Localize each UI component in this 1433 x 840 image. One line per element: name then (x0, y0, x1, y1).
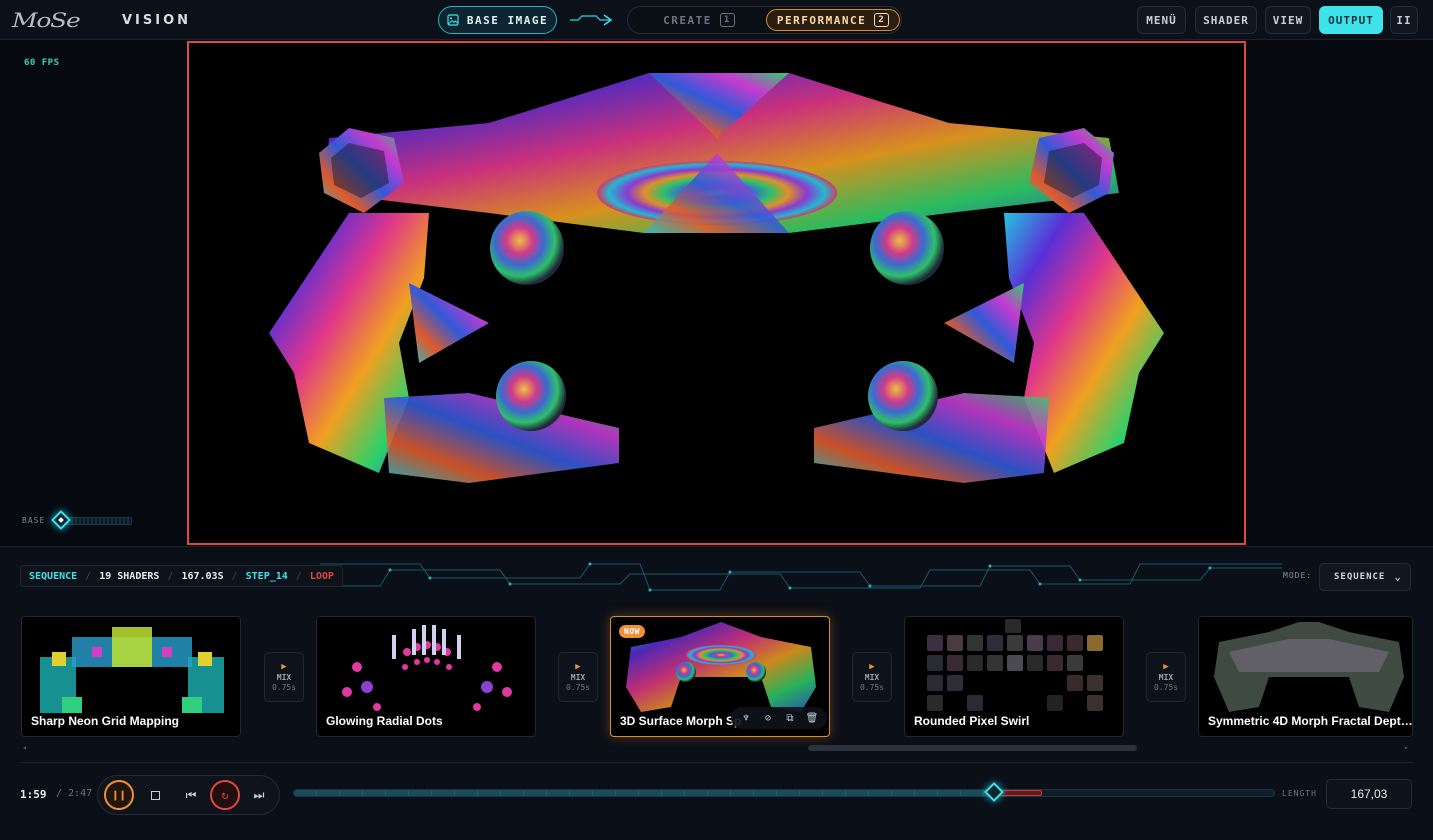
base-mix-slider[interactable]: BASE (18, 510, 134, 530)
output-button[interactable]: OUTPUT (1319, 6, 1383, 34)
tab-performance[interactable]: PERFORMANCE 2 (766, 9, 900, 31)
mix-transition[interactable]: ▶ MIX 0.75s (558, 652, 598, 702)
stop-button[interactable] (146, 786, 164, 804)
stop-icon (150, 790, 160, 800)
scroll-right-icon[interactable]: ▸ (1404, 743, 1409, 752)
shader-card-title: 3D Surface Morph Sp (620, 714, 742, 728)
pause-button[interactable]: ❙❙ (104, 780, 134, 810)
now-badge: NOW (619, 625, 645, 638)
cards-scrollbar[interactable] (808, 745, 1137, 751)
flow-arrow-icon (570, 14, 613, 26)
total-time: / 2:47 (56, 788, 93, 799)
mode-tabs: CREATE 1 PERFORMANCE 2 (627, 6, 902, 34)
current-step: STEP_14 (245, 570, 288, 582)
separator: / (167, 570, 174, 582)
sequence-info-bar: SEQUENCE / 19 SHADERS / 167.03S / STEP_1… (20, 565, 343, 587)
play-icon: ▶ (575, 662, 581, 672)
mix-duration: 0.75s (859, 683, 885, 692)
mix-label: MIX (864, 673, 880, 682)
shader-card-active[interactable]: NOW 3D Surface Morph Sp ♆ ⊘ ⧉ 🗑 (610, 616, 830, 737)
tab-create-number: 1 (719, 13, 735, 27)
sequence-label: SEQUENCE (29, 570, 78, 582)
length-label: LENGTH (1282, 789, 1317, 798)
logo-mark: MoSe (12, 8, 81, 32)
shader-card-title: Sharp Neon Grid Mapping (31, 714, 180, 728)
timeline-progress (294, 790, 994, 796)
mix-duration: 0.75s (1153, 683, 1179, 692)
previous-button[interactable]: ⏮ (182, 786, 200, 804)
shader-card[interactable]: Glowing Radial Dots (316, 616, 536, 737)
mix-label: MIX (1158, 673, 1174, 682)
loop-indicator[interactable]: LOOP (310, 571, 334, 582)
pause-output-button[interactable]: II (1390, 6, 1418, 34)
shader-card[interactable]: Sharp Neon Grid Mapping (21, 616, 241, 737)
tab-create-label: CREATE (663, 13, 712, 27)
output-canvas[interactable] (187, 41, 1246, 545)
mix-transition[interactable]: ▶ MIX 0.75s (1146, 652, 1186, 702)
base-slider-track[interactable] (62, 517, 132, 525)
play-icon: ▶ (281, 662, 287, 672)
card-toolbar: ♆ ⊘ ⧉ 🗑 (731, 707, 827, 729)
separator: / (295, 570, 302, 582)
base-image-label: BASE IMAGE (466, 13, 549, 27)
separator: / (85, 570, 92, 582)
mix-label: MIX (276, 673, 292, 682)
mode-select-value: SEQUENCE (1334, 572, 1386, 582)
fps-counter: 60 FPS (24, 58, 60, 68)
pause-icon: ❙❙ (111, 788, 127, 802)
separator: / (231, 570, 238, 582)
duplicate-icon[interactable]: ⧉ (781, 713, 799, 724)
shader-card-title: Glowing Radial Dots (326, 714, 443, 728)
disable-icon[interactable]: ⊘ (759, 713, 777, 724)
skip-back-icon: ⏮ (185, 787, 197, 802)
view-button[interactable]: VIEW (1265, 6, 1311, 34)
shader-preview (269, 73, 1164, 483)
timeline-scrubber[interactable] (293, 782, 1275, 802)
base-image-button[interactable]: BASE IMAGE (438, 6, 557, 34)
tab-performance-label: PERFORMANCE (776, 13, 867, 27)
mode-label: MODE: (1283, 571, 1313, 580)
top-bar: MoSe VISION BASE IMAGE CREATE 1 PERFORMA… (0, 0, 1433, 40)
pin-icon[interactable]: ♆ (737, 713, 755, 724)
sequence-duration: 167.03S (181, 570, 224, 582)
loop-button[interactable]: ↻ (210, 780, 240, 810)
base-label: BASE (22, 516, 46, 525)
length-input[interactable]: 167,03 (1326, 779, 1412, 809)
shader-button[interactable]: SHADER (1195, 6, 1257, 34)
transport-controls: ❙❙ ⏮ ↻ ⏭ (97, 775, 280, 815)
shader-card[interactable]: Rounded Pixel Swirl (904, 616, 1124, 737)
trash-icon[interactable]: 🗑 (803, 713, 821, 724)
divider (20, 762, 1413, 763)
current-time: 1:59 (20, 788, 47, 801)
shader-count: 19 SHADERS (99, 570, 160, 582)
shader-card-title: Rounded Pixel Swirl (914, 714, 1030, 728)
skip-forward-icon: ⏭ (253, 787, 265, 802)
tab-performance-number: 2 (874, 13, 890, 27)
logo: MoSe VISION (12, 8, 191, 32)
mix-duration: 0.75s (271, 683, 297, 692)
image-icon (447, 14, 459, 26)
chevron-down-icon: ⌄ (1394, 570, 1402, 583)
mix-transition[interactable]: ▶ MIX 0.75s (264, 652, 304, 702)
tab-create[interactable]: CREATE 1 (634, 9, 764, 31)
shader-card[interactable]: Symmetric 4D Morph Fractal Depth ... (1198, 616, 1413, 737)
shader-card-title: Symmetric 4D Morph Fractal Depth ... (1208, 714, 1413, 728)
mode-select[interactable]: SEQUENCE ⌄ (1319, 563, 1411, 591)
play-icon: ▶ (869, 662, 875, 672)
next-button[interactable]: ⏭ (250, 786, 268, 804)
base-slider-knob[interactable] (51, 510, 71, 530)
play-icon: ▶ (1163, 662, 1169, 672)
loop-icon: ↻ (221, 788, 229, 802)
mix-transition[interactable]: ▶ MIX 0.75s (852, 652, 892, 702)
scroll-left-icon[interactable]: ◂ (22, 743, 27, 752)
mix-duration: 0.75s (565, 683, 591, 692)
mix-label: MIX (570, 673, 586, 682)
menu-button[interactable]: MENÜ (1137, 6, 1186, 34)
